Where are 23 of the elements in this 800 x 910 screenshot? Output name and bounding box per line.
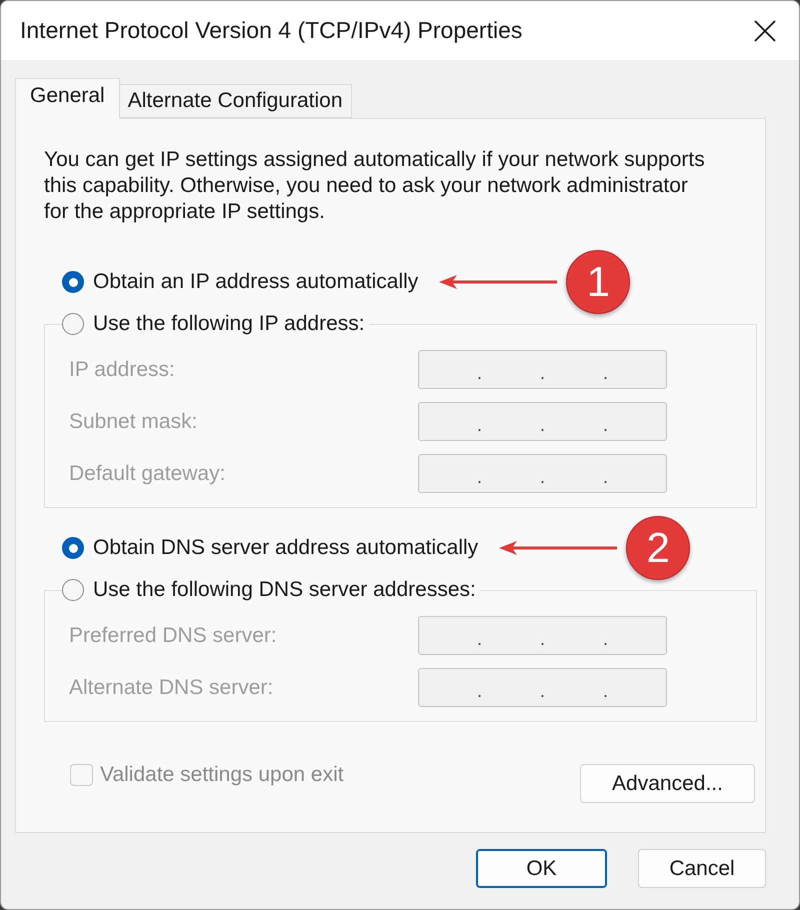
radio-label[interactable]: Use the following DNS server addresses:	[93, 578, 476, 602]
callout-number: 2	[626, 516, 690, 580]
radio-label[interactable]: Obtain an IP address automatically	[93, 270, 418, 294]
radio-button[interactable]	[62, 537, 84, 559]
close-icon	[754, 20, 776, 42]
tab[interactable]: Alternate Configuration	[120, 84, 352, 118]
radio-button[interactable]	[62, 579, 84, 601]
field-label: Subnet mask:	[69, 410, 198, 434]
field-label: IP address:	[69, 358, 176, 382]
dialog-button[interactable]: Cancel	[638, 849, 766, 888]
field-label: Alternate DNS server:	[69, 676, 274, 700]
advanced-button[interactable]: Advanced...	[580, 764, 755, 803]
radio-button[interactable]	[62, 271, 84, 293]
default-button[interactable]: OK	[476, 849, 607, 888]
window-title: Internet Protocol Version 4 (TCP/IPv4) Properties	[20, 17, 524, 44]
radio-label[interactable]: Obtain DNS server address automatically	[93, 536, 478, 560]
field-label: Preferred DNS server:	[69, 624, 278, 648]
tab[interactable]: General	[15, 78, 120, 119]
radio-button[interactable]	[62, 313, 84, 335]
radio-label[interactable]: Use the following IP address:	[93, 312, 365, 336]
description-text: You can get IP settings assigned automatically if your network supports this capability. Otherwise, you need to ask your network administrator for the appropriate IP settings.	[44, 147, 706, 225]
field-label: Default gateway:	[69, 462, 226, 486]
callout-number: 1	[566, 250, 630, 314]
